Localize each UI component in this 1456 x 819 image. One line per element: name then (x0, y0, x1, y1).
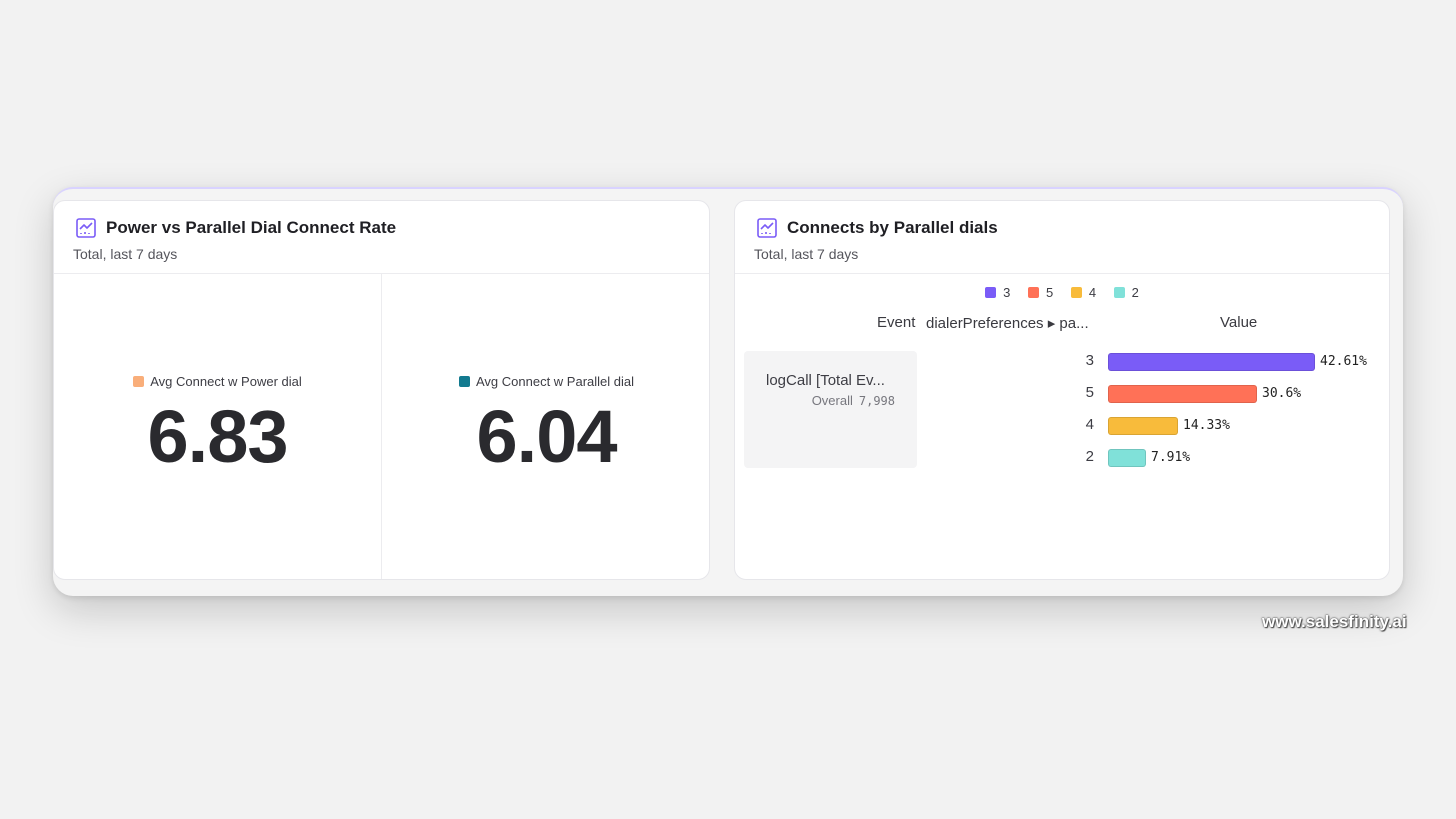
bar-value-label: 7.91% (1151, 450, 1191, 465)
metric-legend: Avg Connect w Parallel dial (382, 374, 709, 389)
card-title: Connects by Parallel dials (787, 218, 998, 237)
legend-item[interactable]: 4 (1070, 285, 1097, 300)
bar-category-label: 4 (1085, 416, 1094, 433)
overall-label: Overall (811, 393, 853, 408)
bar-category-label: 5 (1085, 384, 1094, 401)
watermark: www.salesfinity.ai (1262, 612, 1407, 631)
column-header-event[interactable]: Event (877, 314, 915, 331)
chart-legend: 3 5 4 2 (735, 285, 1389, 300)
column-header-breakdown[interactable]: dialerPreferences ▸ pa... (926, 314, 1089, 332)
metric-value: 6.83 (147, 395, 288, 478)
card-header: Connects by Parallel dials Total, last 7… (735, 201, 1389, 274)
metric-label: Avg Connect w Parallel dial (475, 374, 634, 389)
legend-label: 4 (1088, 285, 1097, 300)
legend-swatch (1027, 287, 1039, 298)
metric-parallel-dial: Avg Connect w Parallel dial 6.04 (382, 274, 709, 579)
legend-item[interactable]: 5 (1027, 285, 1054, 300)
card-header: Power vs Parallel Dial Connect Rate Tota… (54, 201, 709, 274)
legend-swatch (458, 376, 470, 387)
bar-value-label: 30.6% (1262, 386, 1302, 401)
dashboard-frame: Power vs Parallel Dial Connect Rate Tota… (53, 187, 1403, 596)
line-chart-icon (76, 218, 96, 238)
card-title: Power vs Parallel Dial Connect Rate (106, 218, 397, 237)
connect-rate-card[interactable]: Power vs Parallel Dial Connect Rate Tota… (53, 200, 710, 580)
legend-swatch (1070, 287, 1082, 298)
overall-value: 7,998 (858, 394, 895, 408)
bar-2[interactable] (1108, 449, 1146, 467)
metric-legend: Avg Connect w Power dial (54, 374, 381, 389)
metric-power-dial: Avg Connect w Power dial 6.83 (54, 274, 382, 579)
event-cell[interactable]: logCall [Total Ev... Overall 7,998 (744, 351, 917, 468)
event-overall: Overall 7,998 (812, 393, 895, 408)
bar-category-label: 3 (1085, 352, 1094, 369)
bar-category-label: 2 (1085, 448, 1094, 465)
legend-item[interactable]: 2 (1113, 285, 1139, 300)
card-subtitle: Total, last 7 days (754, 246, 859, 262)
bar-4[interactable] (1108, 417, 1178, 435)
legend-label: 5 (1045, 285, 1054, 300)
metric-label: Avg Connect w Power dial (150, 374, 302, 389)
legend-swatch (985, 287, 997, 298)
card-subtitle: Total, last 7 days (73, 246, 178, 262)
legend-label: 3 (1003, 285, 1011, 300)
connects-by-parallel-card[interactable]: Connects by Parallel dials Total, last 7… (734, 200, 1390, 580)
bar-value-label: 42.61% (1320, 354, 1367, 369)
bar-5[interactable] (1108, 385, 1257, 403)
bar-value-label: 14.33% (1183, 418, 1230, 433)
legend-label: 2 (1131, 285, 1139, 300)
column-header-value[interactable]: Value (1220, 314, 1257, 331)
legend-item[interactable]: 3 (985, 285, 1010, 300)
legend-swatch (133, 376, 145, 387)
event-name: logCall [Total Ev... (766, 372, 885, 389)
metric-value: 6.04 (476, 395, 617, 478)
line-chart-icon (757, 218, 777, 238)
bar-3[interactable] (1108, 353, 1315, 371)
legend-swatch (1113, 287, 1125, 298)
